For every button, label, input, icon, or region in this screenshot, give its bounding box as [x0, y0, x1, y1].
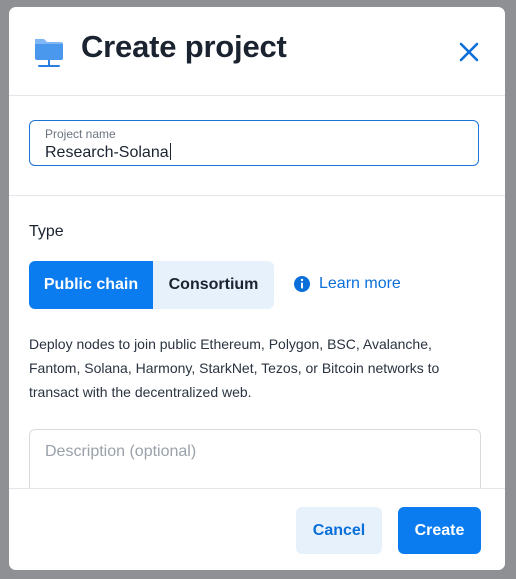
dialog-header: Create project [9, 7, 505, 96]
dialog-title: Create project [81, 29, 287, 64]
folder-network-icon [35, 39, 63, 67]
type-description: Deploy nodes to join public Ethereum, Po… [29, 336, 440, 400]
create-button[interactable]: Create [398, 507, 481, 554]
project-name-value[interactable]: Research-Solana [45, 143, 171, 162]
dialog-footer: Cancel Create [9, 488, 505, 570]
create-project-dialog: Create project Project name Research-Sol… [9, 7, 505, 570]
learn-more-label[interactable]: Learn more [319, 275, 401, 293]
type-option-public-chain[interactable]: Public chain [29, 261, 153, 309]
text-caret [169, 143, 171, 160]
type-option-consortium[interactable]: Consortium [153, 261, 274, 309]
close-icon[interactable] [455, 38, 483, 66]
project-name-label: Project name [45, 127, 116, 141]
project-name-input[interactable]: Project name Research-Solana [29, 120, 479, 166]
description-placeholder: Description (optional) [45, 443, 197, 460]
cancel-button[interactable]: Cancel [296, 507, 382, 554]
project-name-section: Project name Research-Solana [9, 96, 505, 196]
type-label: Type [29, 223, 64, 240]
learn-more-link[interactable]: Learn more [293, 275, 401, 293]
info-icon [294, 276, 310, 292]
